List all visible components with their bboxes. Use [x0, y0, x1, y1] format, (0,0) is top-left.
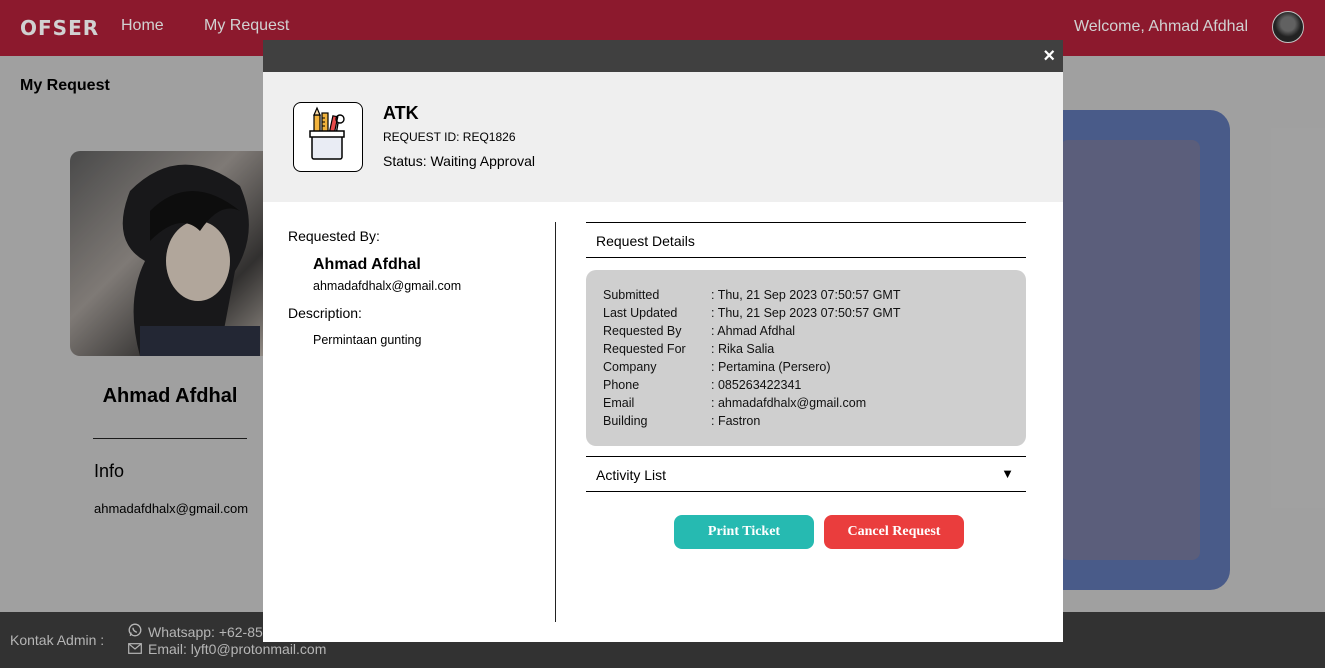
detail-key: Submitted	[603, 288, 660, 302]
detail-key: Building	[603, 414, 648, 428]
detail-value: : Pertamina (Persero)	[711, 360, 831, 374]
request-details-panel: Submitted : Thu, 21 Sep 2023 07:50:57 GMT…	[586, 270, 1026, 446]
detail-value: : Thu, 21 Sep 2023 07:50:57 GMT	[711, 306, 901, 320]
detail-row: Company : Pertamina (Persero)	[603, 360, 830, 374]
detail-value: : Rika Salia	[711, 342, 775, 356]
detail-row: Requested By : Ahmad Afdhal	[603, 324, 795, 338]
detail-row: Building : Fastron	[603, 414, 760, 428]
print-ticket-button[interactable]: Print Ticket	[674, 515, 814, 549]
detail-key: Email	[603, 396, 635, 410]
detail-value: : Thu, 21 Sep 2023 07:50:57 GMT	[711, 288, 901, 302]
detail-row: Requested For : Rika Salia	[603, 342, 774, 356]
description-label: Description:	[288, 305, 362, 321]
detail-key: Company	[603, 360, 657, 374]
requested-by-email: ahmadafdhalx@gmail.com	[313, 279, 462, 293]
cancel-request-button[interactable]: Cancel Request	[824, 515, 964, 549]
detail-row: Email : ahmadafdhalx@gmail.com	[603, 396, 866, 410]
stationery-cup-icon	[293, 102, 363, 172]
detail-key: Requested For	[603, 342, 686, 356]
request-details-label: Request Details	[596, 233, 695, 249]
detail-row: Last Updated : Thu, 21 Sep 2023 07:50:57 …	[603, 306, 900, 320]
detail-value: : Ahmad Afdhal	[711, 324, 796, 338]
detail-row: Submitted : Thu, 21 Sep 2023 07:50:57 GMT	[603, 288, 900, 302]
detail-row: Phone : 085263422341	[603, 378, 801, 392]
detail-key: Last Updated	[603, 306, 678, 320]
request-id: REQUEST ID: REQ1826	[383, 130, 516, 144]
modal-title-bar: ×	[263, 40, 1063, 72]
description-text: Permintaan gunting	[313, 333, 422, 347]
caret-down-icon: ▼	[1001, 466, 1014, 481]
request-details-header[interactable]: Request Details	[586, 222, 1026, 258]
activity-list-toggle[interactable]: Activity List ▼	[586, 456, 1026, 492]
detail-value: : ahmadafdhalx@gmail.com	[711, 396, 867, 410]
detail-key: Phone	[603, 378, 640, 392]
column-divider	[555, 222, 556, 622]
request-title: ATK	[383, 103, 419, 123]
requested-by-name: Ahmad Afdhal	[313, 256, 421, 273]
close-icon[interactable]: ×	[1043, 45, 1055, 68]
detail-value: : 085263422341	[711, 378, 802, 392]
requested-by-label: Requested By:	[288, 228, 380, 244]
request-status: Status: Waiting Approval	[383, 153, 536, 169]
detail-value: : Fastron	[711, 414, 761, 428]
detail-key: Requested By	[603, 324, 682, 338]
request-detail-modal: × ATK REQUEST ID: REQ1826 Status: Waitin…	[263, 40, 1063, 642]
modal-header: ATK REQUEST ID: REQ1826 Status: Waiting …	[263, 72, 1063, 202]
activity-list-label: Activity List	[596, 467, 667, 483]
